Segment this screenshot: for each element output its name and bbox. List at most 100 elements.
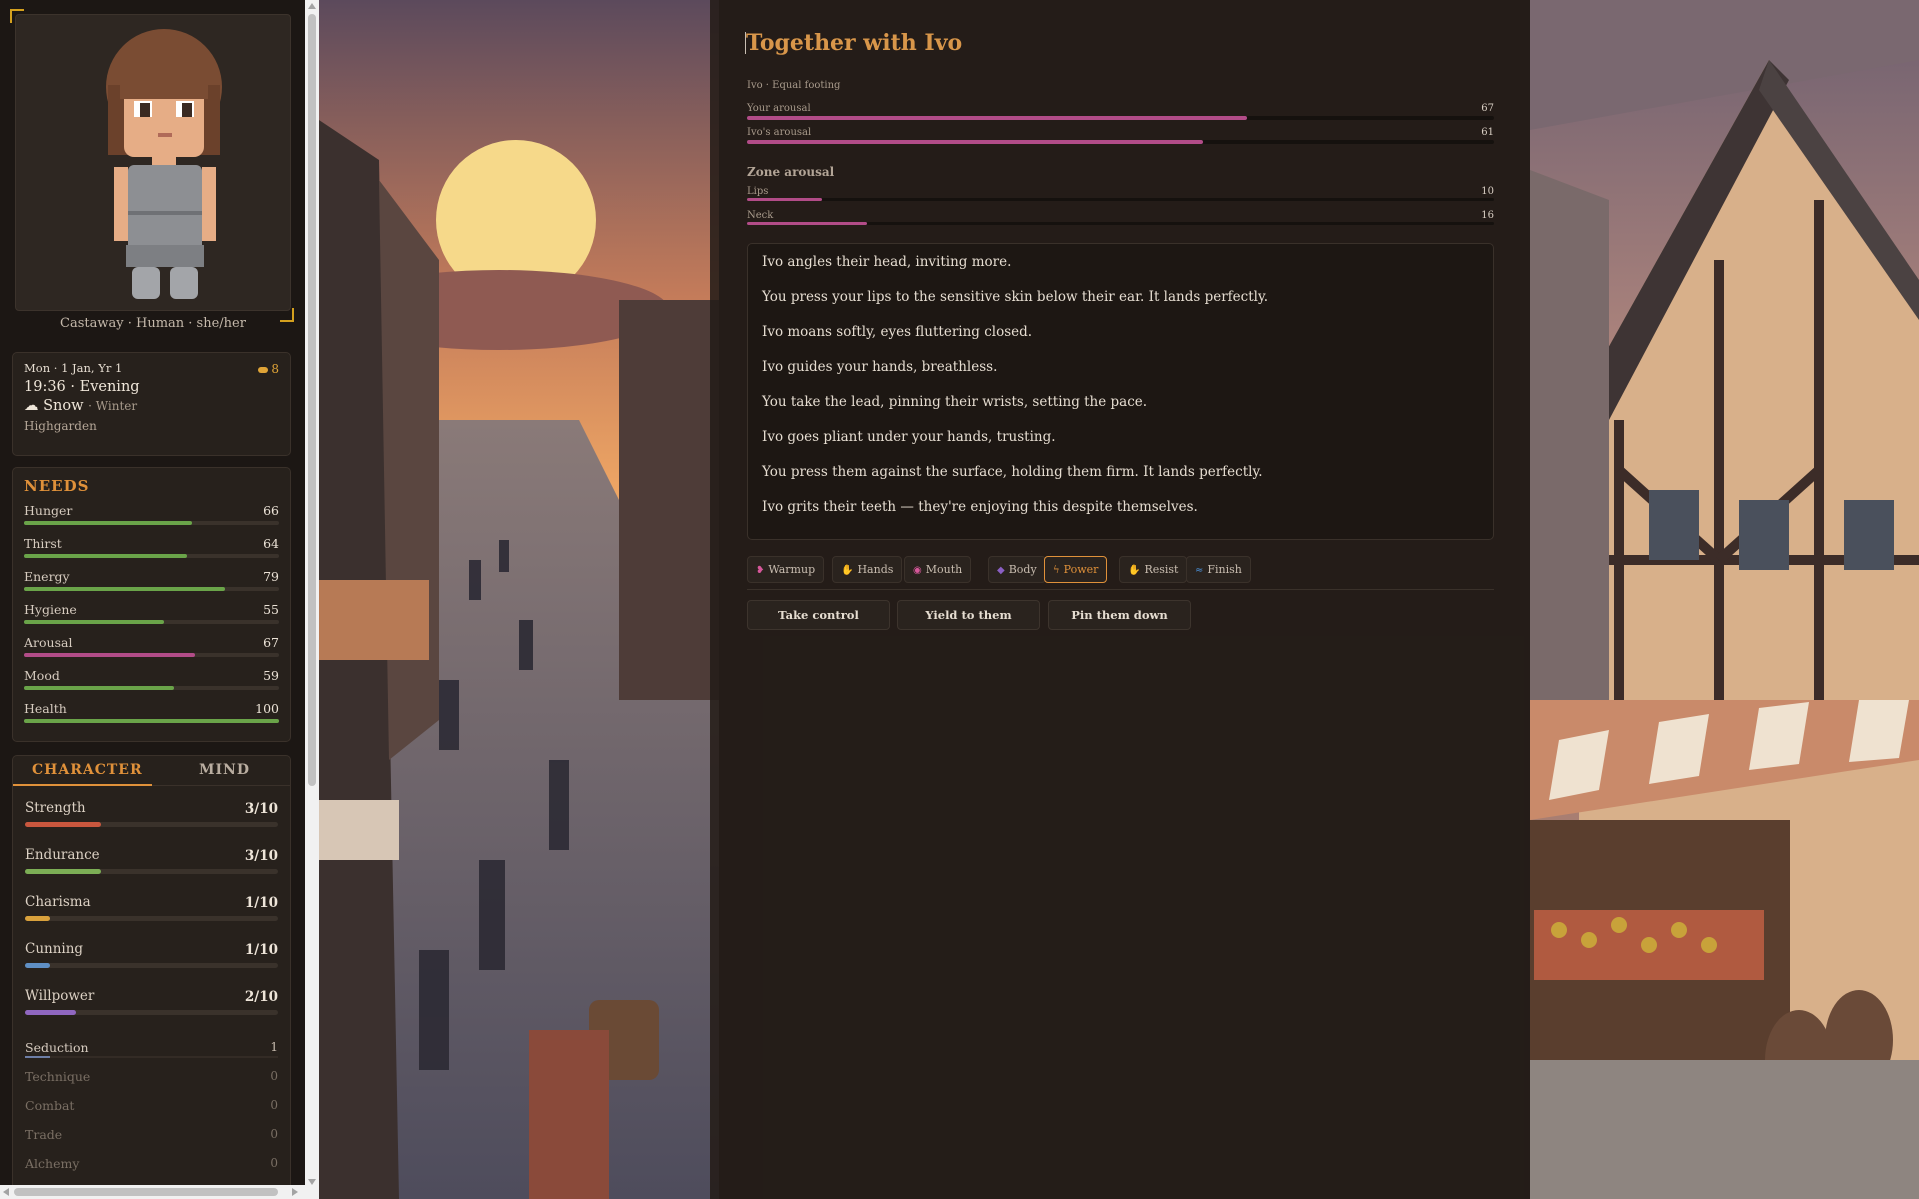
need-value: 55 <box>263 602 279 617</box>
choice-button-take-control[interactable]: Take control <box>747 600 890 630</box>
log-entry: You press your lips to the sensitive ski… <box>762 289 1269 305</box>
lips-icon: ◉ <box>913 565 922 576</box>
encounter-subtitle: Ivo · Equal footing <box>747 80 841 91</box>
need-label: Mood <box>24 668 60 683</box>
action-tab-warmup[interactable]: ❥ Warmup <box>747 556 825 583</box>
stat-value: 3/10 <box>244 801 278 817</box>
stat-bar-track <box>25 916 278 921</box>
need-health: Health 100 <box>24 699 279 732</box>
stat-bar-track <box>25 963 278 968</box>
time-label: 19:36 · Evening <box>24 379 140 395</box>
partner-arousal-meter: Ivo's arousal 61 <box>747 127 1494 147</box>
skill-alchemy: Alchemy 0 <box>25 1156 278 1180</box>
need-value: 79 <box>263 569 279 584</box>
weather-label: ☁ Snow · Winter <box>24 398 279 414</box>
skill-value: 0 <box>270 1156 278 1170</box>
need-energy: Energy 79 <box>24 567 279 600</box>
need-bar-track <box>24 587 279 591</box>
zone-neck: Neck 16 <box>747 210 1494 230</box>
skill-label: Combat <box>25 1098 75 1113</box>
stat-willpower: Willpower 2/10 <box>25 988 278 1028</box>
zone-value: 10 <box>1481 186 1494 197</box>
stat-label: Endurance <box>25 847 100 863</box>
action-tab-label: Warmup <box>768 563 816 576</box>
need-label: Thirst <box>24 536 62 551</box>
stat-value: 2/10 <box>244 989 278 1005</box>
needs-panel: NEEDS Hunger 66 Thirst 64 Energy 79 Hygiene 55 A… <box>12 467 291 742</box>
action-tab-resist[interactable]: ✋ Resist <box>1119 556 1188 583</box>
vertical-scrollbar[interactable] <box>305 0 319 1199</box>
action-tab-body[interactable]: ◆ Body <box>988 556 1046 583</box>
action-tab-finish[interactable]: ≈ Finish <box>1186 556 1251 583</box>
date-label: Mon · 1 Jan, Yr 1 <box>24 361 123 375</box>
scroll-down-arrow-icon[interactable] <box>308 1179 316 1185</box>
skill-technique: Technique 0 <box>25 1069 278 1093</box>
body-icon: ◆ <box>997 565 1005 576</box>
stat-bar-fill <box>25 822 101 827</box>
character-panel: CHARACTER MIND Strength 3/10 Endurance 3/10… <box>12 755 291 1199</box>
kiss-icon: ❥ <box>756 565 765 576</box>
need-mood: Mood 59 <box>24 666 279 699</box>
hand-icon: ✋ <box>841 565 854 576</box>
stat-bar-fill <box>25 916 51 921</box>
need-bar-fill <box>24 554 188 558</box>
zone-value: 16 <box>1481 210 1494 221</box>
log-entry: Ivo guides your hands, breathless. <box>762 359 998 375</box>
need-bar-track <box>24 521 279 525</box>
coin-count: 8 <box>271 362 279 376</box>
coin-icon <box>258 366 269 373</box>
character-portrait <box>15 14 291 311</box>
your-arousal-fill <box>747 116 1248 120</box>
skill-label: Alchemy <box>25 1156 80 1171</box>
active-tab-indicator <box>13 784 152 786</box>
time-weather-card: Mon · 1 Jan, Yr 1 8 19:36 · Evening ☁ Sn… <box>12 352 291 456</box>
lightning-icon: ϟ <box>1053 565 1060 576</box>
stat-bar-track <box>25 869 278 874</box>
skill-value: 0 <box>270 1127 278 1141</box>
need-label: Hunger <box>24 503 73 518</box>
choice-button-yield-to-them[interactable]: Yield to them <box>897 600 1040 630</box>
need-label: Energy <box>24 569 70 584</box>
tab-mind[interactable]: MIND <box>199 762 250 778</box>
skill-bar-track <box>25 1056 278 1058</box>
need-label: Arousal <box>24 635 73 650</box>
needs-title: NEEDS <box>24 477 90 495</box>
action-tab-mouth[interactable]: ◉ Mouth <box>904 556 972 583</box>
stat-value: 3/10 <box>244 848 278 864</box>
skill-combat: Combat 0 <box>25 1098 278 1122</box>
tab-character[interactable]: CHARACTER <box>32 762 143 778</box>
need-label: Health <box>24 701 67 716</box>
scroll-left-arrow-icon[interactable] <box>3 1188 9 1196</box>
horizontal-scrollbar[interactable] <box>0 1185 305 1199</box>
sidebar: Castaway · Human · she/her Mon · 1 Jan, … <box>0 0 305 1199</box>
stat-bar-fill <box>25 963 51 968</box>
action-tab-label: Power <box>1063 563 1099 576</box>
action-tab-label: Mouth <box>925 563 963 576</box>
stat-bar-track <box>25 1010 278 1015</box>
need-bar-track <box>24 653 279 657</box>
action-tab-hands[interactable]: ✋ Hands <box>832 556 903 583</box>
action-category-tabs: ❥ Warmup ✋ Hands ◉ Mouth ◆ Body ϟ Power ✋ Resist ≈ Fi… <box>747 556 1494 590</box>
stat-cunning: Cunning 1/10 <box>25 941 278 981</box>
need-bar-fill <box>24 686 175 690</box>
skill-trade: Trade 0 <box>25 1127 278 1151</box>
stat-label: Charisma <box>25 894 91 910</box>
partner-arousal-fill <box>747 140 1203 144</box>
action-tab-power[interactable]: ϟ Power <box>1044 556 1108 583</box>
need-bar-fill <box>24 653 195 657</box>
scroll-right-arrow-icon[interactable] <box>292 1188 298 1196</box>
coin-counter: 8 <box>258 362 279 376</box>
need-bar-fill <box>24 719 279 723</box>
skill-label: Technique <box>25 1069 91 1084</box>
need-bar-track <box>24 686 279 690</box>
log-entry: Ivo angles their head, inviting more. <box>762 254 1012 270</box>
scrollbar-thumb[interactable] <box>308 14 316 786</box>
zone-label: Neck <box>747 210 774 221</box>
choice-button-pin-them-down[interactable]: Pin them down <box>1048 600 1191 630</box>
stat-strength: Strength 3/10 <box>25 800 278 840</box>
encounter-panel: Together with Ivo Ivo · Equal footing Yo… <box>710 0 1530 1199</box>
stat-charisma: Charisma 1/10 <box>25 894 278 934</box>
hscrollbar-thumb[interactable] <box>14 1188 278 1196</box>
stat-label: Willpower <box>25 988 95 1004</box>
scroll-up-arrow-icon[interactable] <box>308 3 316 9</box>
